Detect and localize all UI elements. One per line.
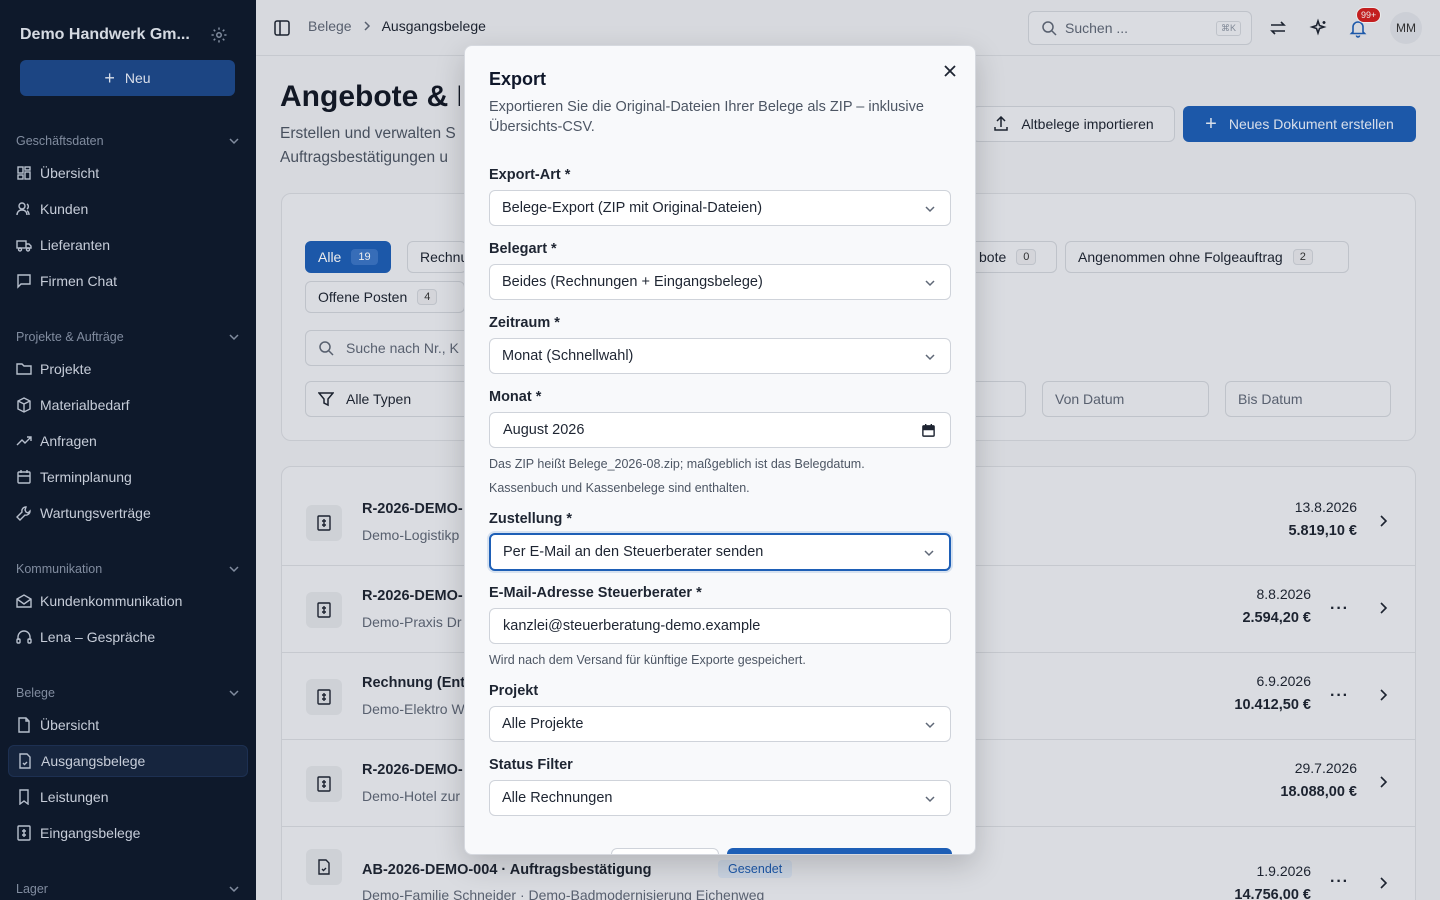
dialog-title: Export — [489, 69, 547, 89]
chevron-down-icon — [925, 206, 935, 213]
export-submit-button[interactable] — [727, 848, 952, 854]
project-select[interactable]: Alle Projekte — [489, 706, 951, 742]
doc-type-value: Beides (Rechnungen + Eingangsbelege) — [502, 274, 763, 290]
period-value: Monat (Schnellwahl) — [502, 348, 634, 364]
chevron-down-icon — [925, 280, 935, 287]
project-value: Alle Projekte — [502, 716, 584, 732]
chevron-down-icon — [925, 354, 935, 361]
delivery-select[interactable]: Per E-Mail an den Steuerberater senden — [489, 533, 951, 571]
status-filter-value: Alle Rechnungen — [502, 790, 613, 806]
export-type-label: Export-Art * — [489, 167, 571, 183]
month-input[interactable]: August 2026 — [489, 412, 951, 448]
email-hint: Wird nach dem Versand für künftige Expor… — [489, 653, 806, 667]
export-type-value: Belege-Export (ZIP mit Original-Dateien) — [502, 200, 763, 216]
delivery-value: Per E-Mail an den Steuerberater senden — [503, 544, 764, 560]
export-type-select[interactable]: Belege-Export (ZIP mit Original-Dateien) — [489, 190, 951, 226]
chevron-down-icon — [925, 722, 935, 729]
chevron-down-icon — [925, 796, 935, 803]
export-dialog: Export Exportieren Sie die Original-Date… — [464, 45, 976, 855]
month-value: August 2026 — [503, 422, 585, 438]
project-label: Projekt — [489, 683, 539, 699]
cancel-button[interactable] — [611, 848, 719, 854]
delivery-label: Zustellung * — [489, 511, 572, 527]
calendar-icon[interactable] — [921, 423, 936, 438]
chevron-down-icon — [924, 550, 934, 557]
status-filter-select[interactable]: Alle Rechnungen — [489, 780, 951, 816]
status-filter-label: Status Filter — [489, 757, 573, 773]
close-icon[interactable] — [941, 62, 959, 80]
month-hint-1: Das ZIP heißt Belege_2026-08.zip; maßgeb… — [489, 457, 865, 471]
month-label: Monat * — [489, 389, 542, 405]
email-field[interactable]: kanzlei@steuerberatung-demo.example — [489, 608, 951, 644]
doc-type-label: Belegart * — [489, 241, 557, 257]
doc-type-select[interactable]: Beides (Rechnungen + Eingangsbelege) — [489, 264, 951, 300]
email-value: kanzlei@steuerberatung-demo.example — [503, 618, 761, 634]
period-label: Zeitraum * — [489, 315, 560, 331]
email-label: E-Mail-Adresse Steuerberater * — [489, 585, 702, 601]
month-hint-2: Kassenbuch und Kassenbelege sind enthalt… — [489, 481, 750, 495]
dialog-description: Exportieren Sie die Original-Dateien Ihr… — [489, 99, 924, 135]
period-select[interactable]: Monat (Schnellwahl) — [489, 338, 951, 374]
